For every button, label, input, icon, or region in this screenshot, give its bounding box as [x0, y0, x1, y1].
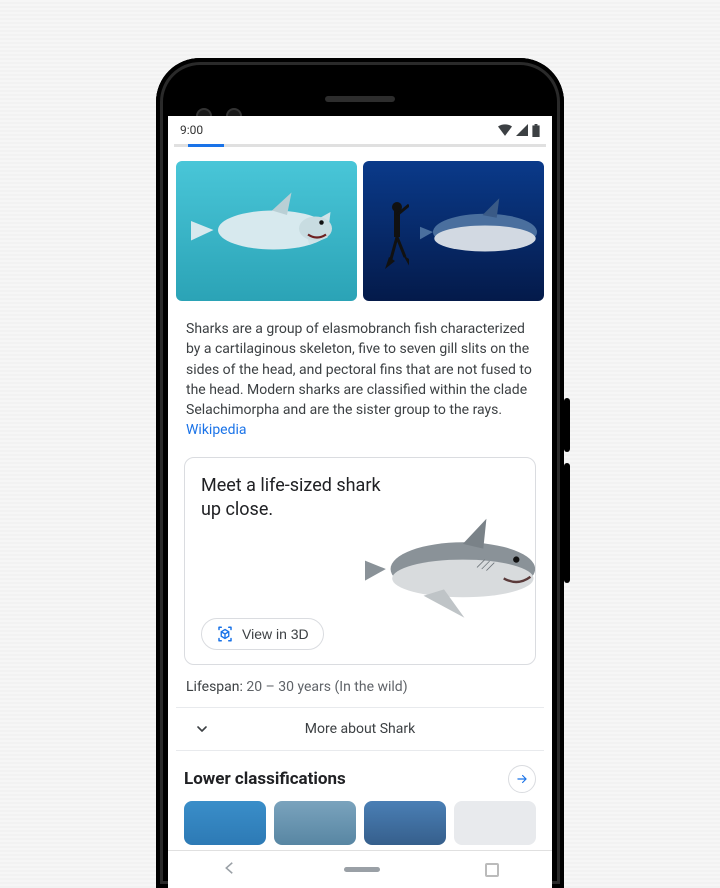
phone-screen: 9:00	[168, 116, 552, 888]
chevron-down-icon	[194, 721, 210, 737]
diver-icon	[385, 199, 409, 269]
status-bar: 9:00	[168, 116, 552, 144]
classification-card[interactable]	[364, 801, 446, 845]
section-scroll-right-button[interactable]	[508, 765, 536, 793]
wifi-icon	[498, 124, 512, 136]
expand-label: More about Shark	[305, 721, 415, 737]
ar-card: Meet a life-sized shark up close.	[184, 457, 536, 665]
shark-image-icon	[186, 185, 346, 275]
knowledge-panel-description: Sharks are a group of elasmobranch fish …	[186, 319, 534, 441]
classification-card[interactable]	[454, 801, 536, 845]
view-in-3d-label: View in 3D	[242, 626, 309, 642]
nav-back-button[interactable]	[221, 859, 239, 881]
expand-more-row[interactable]: More about Shark	[176, 707, 544, 751]
power-button	[564, 398, 570, 452]
image-result[interactable]	[363, 161, 544, 301]
cube-3d-icon	[216, 625, 234, 643]
arrow-right-icon	[515, 772, 529, 786]
description-text: Sharks are a group of elasmobranch fish …	[186, 321, 532, 418]
status-time: 9:00	[180, 123, 203, 137]
section-title: Lower classifications	[184, 769, 346, 789]
lifespan-label: Lifespan:	[186, 679, 243, 695]
classifications-carousel[interactable]	[184, 801, 536, 845]
phone-speaker	[325, 96, 395, 102]
battery-icon	[532, 124, 540, 137]
nav-home-handle[interactable]	[344, 867, 380, 872]
classification-card[interactable]	[184, 801, 266, 845]
image-carousel[interactable]	[176, 161, 544, 301]
search-tabs-indicator	[174, 144, 546, 147]
ar-shark-model-icon	[365, 514, 536, 624]
ar-card-title: Meet a life-sized shark up close.	[201, 474, 381, 523]
phone-device-frame: 9:00	[156, 58, 564, 888]
image-result[interactable]	[176, 161, 357, 301]
view-in-3d-button[interactable]: View in 3D	[201, 618, 324, 650]
search-results-content[interactable]: Sharks are a group of elasmobranch fish …	[168, 147, 552, 888]
source-link[interactable]: Wikipedia	[186, 422, 247, 438]
cellular-icon	[516, 124, 528, 136]
android-nav-bar	[168, 850, 552, 888]
volume-button	[564, 463, 570, 583]
shark-image-icon	[420, 187, 544, 277]
status-icons	[498, 124, 540, 137]
lifespan-value: 20 – 30 years (In the wild)	[246, 679, 407, 695]
fact-lifespan: Lifespan: 20 – 30 years (In the wild)	[186, 679, 534, 695]
classification-card[interactable]	[274, 801, 356, 845]
nav-recents-button[interactable]	[485, 863, 499, 877]
section-header: Lower classifications	[184, 765, 536, 793]
